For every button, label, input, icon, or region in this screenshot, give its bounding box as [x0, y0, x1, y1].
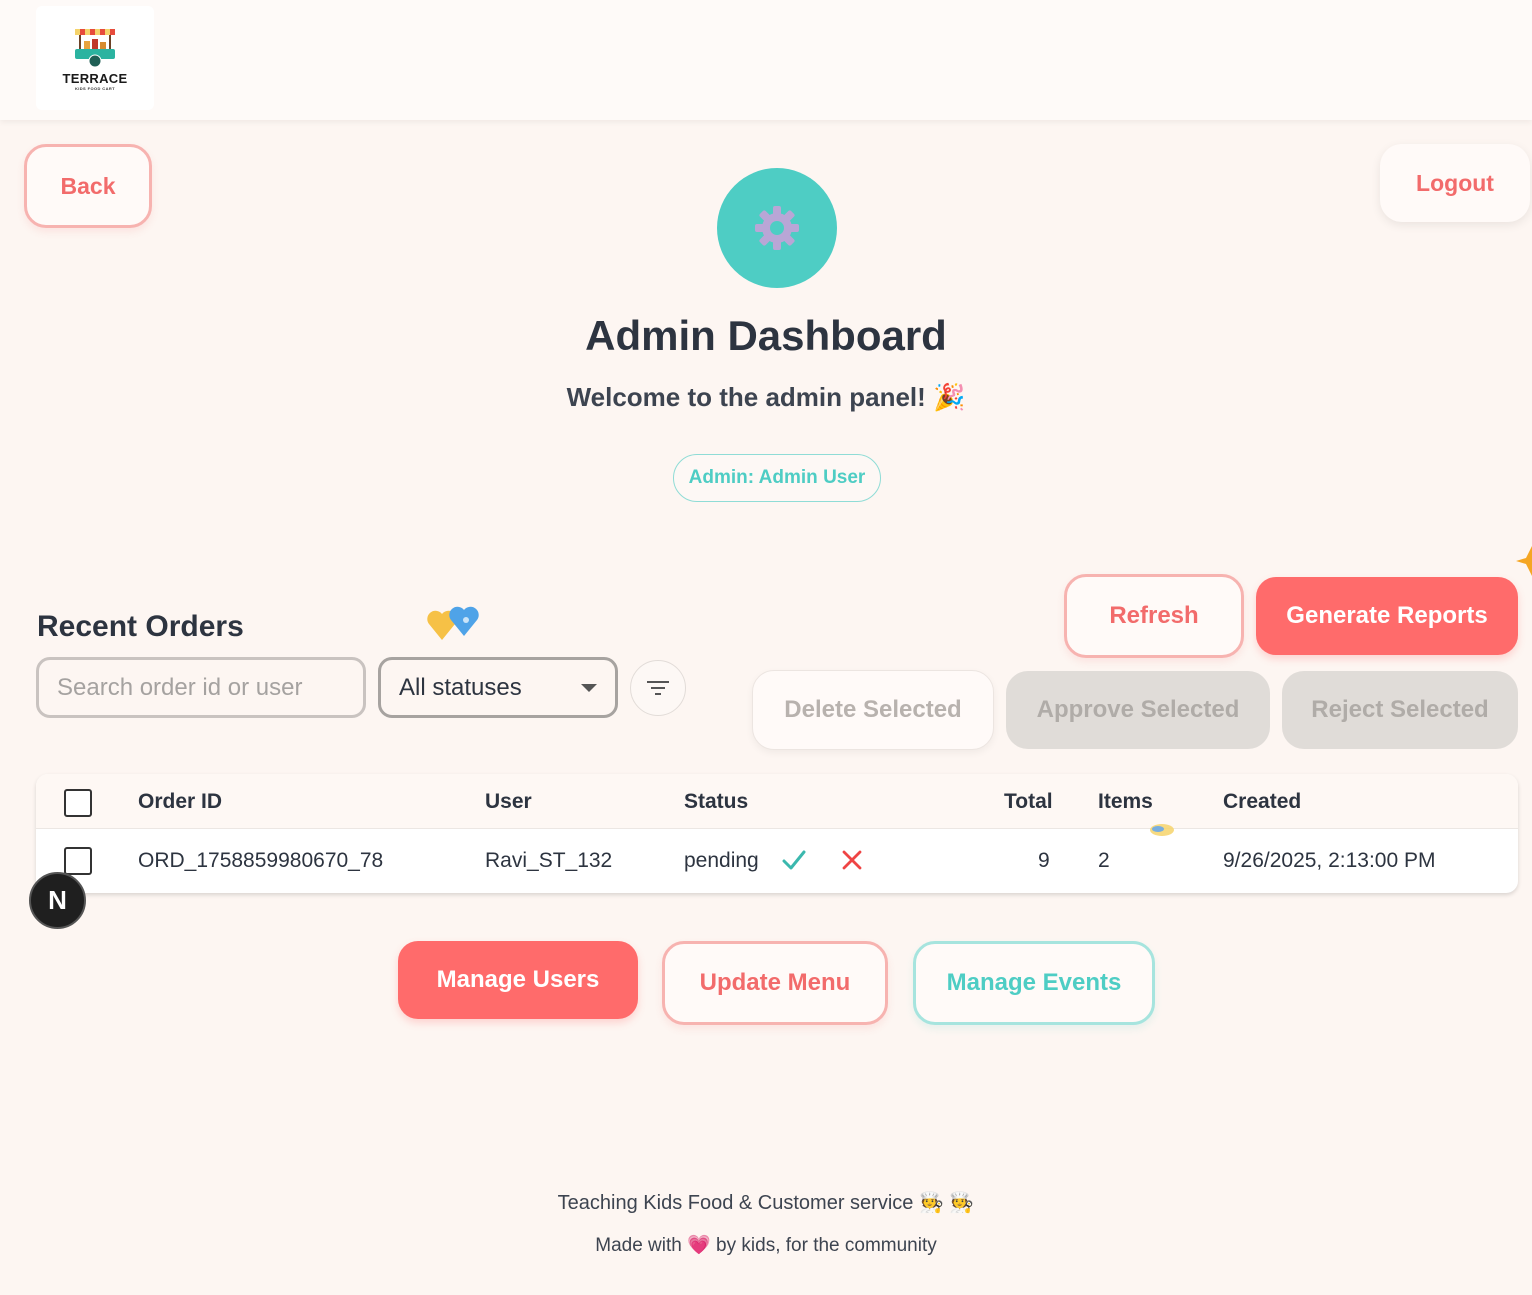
reject-selected-button[interactable]: Reject Selected	[1282, 671, 1518, 749]
column-header-total: Total	[1004, 790, 1053, 813]
refresh-button[interactable]: Refresh	[1064, 574, 1244, 658]
total-cell: 9	[1038, 849, 1050, 872]
admin-badge: Admin: Admin User	[673, 454, 881, 502]
manage-events-button[interactable]: Manage Events	[913, 941, 1155, 1025]
table-header: Order ID User Status Total Items Created	[36, 774, 1518, 836]
chevron-down-icon	[581, 683, 597, 692]
row-checkbox[interactable]	[64, 847, 92, 875]
food-cart-icon	[75, 29, 115, 68]
decorative-hearts-icon	[427, 606, 479, 640]
delete-selected-button[interactable]: Delete Selected	[752, 670, 994, 750]
column-header-status: Status	[684, 790, 749, 813]
gear-icon	[755, 206, 799, 250]
logo-subtext: KIDS FOOD CART	[74, 86, 116, 91]
footer-tagline: Teaching Kids Food & Customer service 🧑‍…	[557, 1192, 975, 1214]
logo-text: TERRACE	[62, 71, 128, 86]
approve-selected-button[interactable]: Approve Selected	[1006, 671, 1270, 749]
admin-avatar	[717, 168, 837, 288]
column-header-user: User	[485, 790, 532, 813]
status-filter-value: All statuses	[399, 673, 522, 701]
recent-orders-title: Recent Orders	[37, 610, 244, 643]
orders-table: Order ID User Status Total Items Created…	[36, 774, 1518, 893]
user-cell: Ravi_ST_132	[485, 849, 613, 872]
items-cell: 2	[1098, 849, 1110, 872]
select-all-checkbox[interactable]	[64, 789, 92, 817]
top-bar: TERRACE KIDS FOOD CART	[0, 0, 1532, 120]
manage-users-button[interactable]: Manage Users	[398, 941, 638, 1019]
created-cell: 9/26/2025, 2:13:00 PM	[1223, 849, 1436, 872]
column-header-created: Created	[1223, 790, 1302, 813]
dev-tools-badge[interactable]: N	[29, 872, 86, 929]
table-row[interactable]: ORD_1758859980670_78 Ravi_ST_132 pending…	[36, 829, 1518, 893]
terrace-logo[interactable]: TERRACE KIDS FOOD CART	[36, 6, 154, 110]
logout-button[interactable]: Logout	[1380, 144, 1530, 222]
status-filter-select[interactable]: All statuses	[378, 657, 618, 718]
filter-icon	[647, 681, 669, 695]
decorative-star-icon	[1516, 546, 1532, 576]
back-button[interactable]: Back	[24, 144, 152, 228]
search-input[interactable]	[36, 657, 366, 718]
status-cell: pending	[684, 849, 759, 872]
footer-credits: Made with 💗 by kids, for the community	[595, 1235, 937, 1256]
column-header-items: Items	[1098, 790, 1153, 813]
generate-reports-button[interactable]: Generate Reports	[1256, 577, 1518, 655]
column-header-order-id: Order ID	[138, 790, 223, 813]
x-icon[interactable]	[842, 850, 862, 870]
update-menu-button[interactable]: Update Menu	[662, 941, 888, 1025]
filter-button[interactable]	[630, 660, 686, 716]
page-title: Admin Dashboard	[585, 312, 947, 359]
check-icon[interactable]	[782, 849, 806, 871]
order-id-cell: ORD_1758859980670_78	[138, 849, 384, 872]
welcome-text: Welcome to the admin panel! 🎉	[566, 382, 966, 412]
